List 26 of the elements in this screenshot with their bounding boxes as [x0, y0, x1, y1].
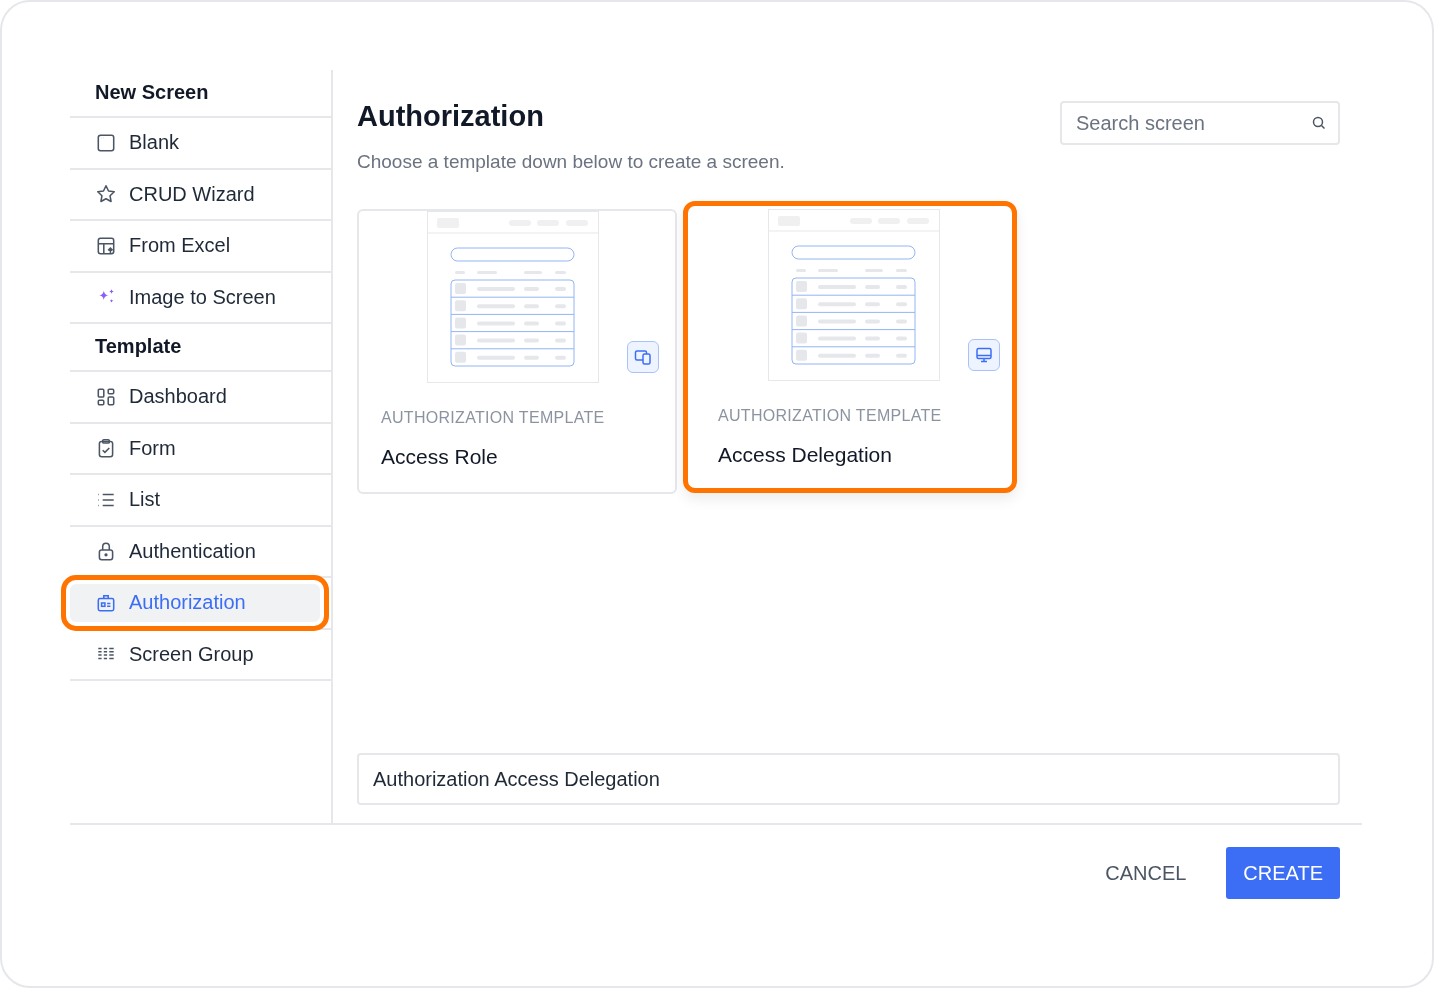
- sidebar-item[interactable]: CRUD Wizard: [70, 175, 320, 214]
- section-heading: Template: [70, 324, 331, 372]
- card-category: AUTHORIZATION TEMPLATE: [718, 407, 943, 425]
- template-card[interactable]: AUTHORIZATION TEMPLATE Access Delegation: [683, 201, 1017, 493]
- search-field[interactable]: Search screen: [1060, 101, 1340, 145]
- cancel-button[interactable]: CANCEL: [1105, 849, 1187, 897]
- sidebar-item[interactable]: Authentication: [70, 532, 320, 571]
- sidebar-item[interactable]: Form: [70, 429, 320, 468]
- screen-name-field[interactable]: Authorization Access Delegation: [357, 753, 1340, 805]
- monitor-icon[interactable]: [968, 339, 1000, 371]
- create-button[interactable]: CREATE: [1226, 847, 1340, 899]
- sidebar-item[interactable]: Image to Screen: [70, 278, 320, 317]
- template-card[interactable]: AUTHORIZATION TEMPLATE Access Role: [357, 209, 677, 494]
- sidebar-item[interactable]: Blank: [70, 123, 320, 162]
- sidebar-item[interactable]: List: [70, 480, 320, 519]
- card-title: Access Role: [381, 445, 499, 469]
- card-title: Access Delegation: [718, 443, 893, 467]
- sidebar-item[interactable]: Dashboard: [70, 377, 320, 416]
- card-category: AUTHORIZATION TEMPLATE: [381, 409, 606, 427]
- sidebar-item[interactable]: From Excel: [70, 226, 320, 265]
- search-icon: [1311, 115, 1327, 131]
- page-title: Authorization: [357, 100, 545, 133]
- section-heading: New Screen: [70, 70, 331, 118]
- sidebar-item[interactable]: Screen Group: [70, 635, 320, 674]
- devices-icon[interactable]: [627, 341, 659, 373]
- page-subtitle: Choose a template down below to create a screen.: [357, 151, 785, 173]
